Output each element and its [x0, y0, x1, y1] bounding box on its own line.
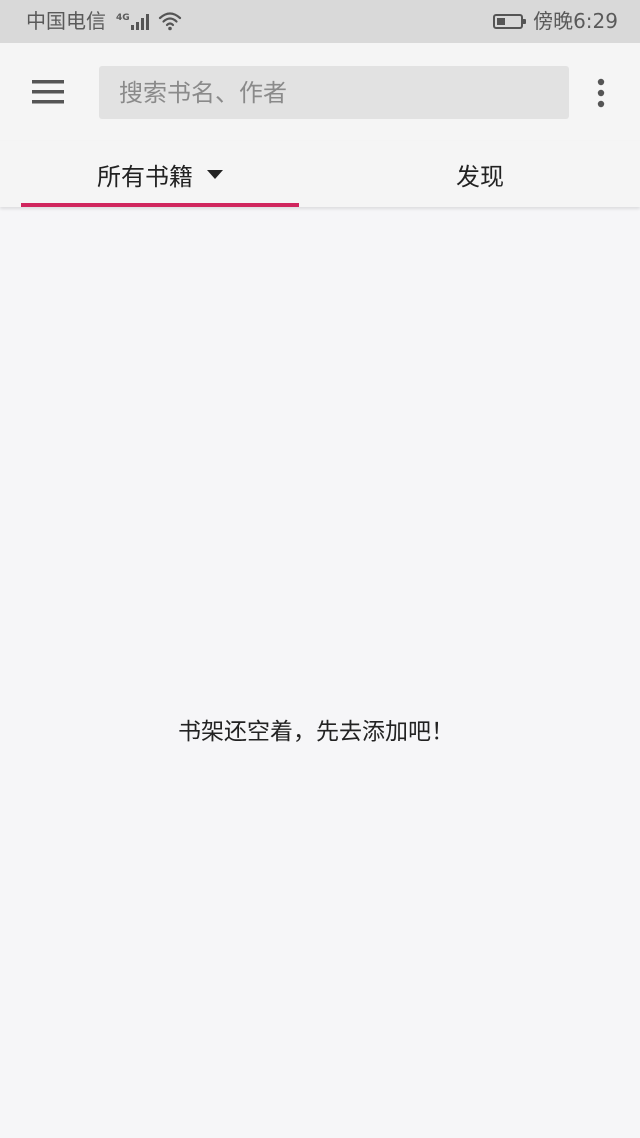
tab-discover[interactable]: 发现: [341, 141, 619, 207]
battery-icon: [493, 13, 527, 29]
status-bar: 中国电信 4G 傍晚6:29: [0, 0, 640, 43]
app-toolbar: [0, 43, 640, 141]
dropdown-arrow-icon[interactable]: [207, 169, 223, 179]
tab-bar: 所有书籍 发现: [0, 141, 640, 207]
battery-level: [497, 17, 505, 25]
status-time: 傍晚6:29: [533, 9, 618, 33]
network-type: 4G: [116, 13, 130, 23]
tab-all-books-label: 所有书籍: [97, 162, 193, 191]
active-tab-indicator: [21, 203, 299, 207]
signal-icon: 4G: [112, 12, 152, 30]
search-input[interactable]: [99, 66, 569, 119]
more-vert-icon[interactable]: [592, 76, 610, 110]
status-left: 中国电信 4G: [26, 9, 182, 33]
hamburger-menu-icon[interactable]: [30, 77, 66, 107]
bookshelf-screen: 中国电信 4G 傍晚6:29 搜索书名、作者 所有书籍 发现 书架还空着，先去添…: [0, 0, 640, 1138]
tab-discover-label: 发现: [456, 162, 504, 191]
empty-shelf-message: 书架还空着，先去添加吧！: [178, 719, 454, 745]
carrier-name: 中国电信: [26, 9, 106, 33]
wifi-icon: [158, 11, 182, 31]
tab-all-books[interactable]: 所有书籍: [21, 141, 299, 207]
status-right: 傍晚6:29: [493, 9, 618, 33]
